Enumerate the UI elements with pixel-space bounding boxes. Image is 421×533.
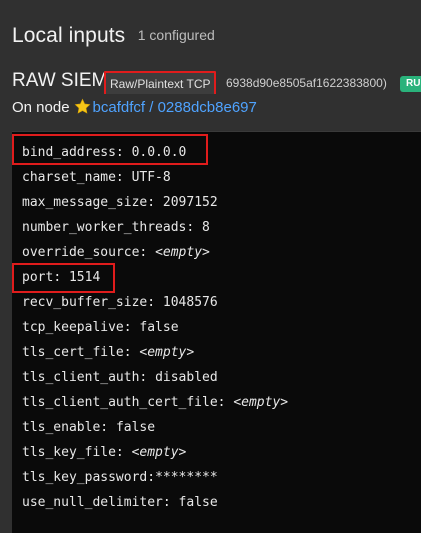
config-key: bind_address bbox=[22, 145, 116, 160]
config-separator: : bbox=[115, 145, 132, 160]
config-separator: : bbox=[162, 495, 179, 510]
config-key: tls_enable bbox=[22, 420, 101, 435]
config-line-port: port: 1514 bbox=[22, 269, 100, 287]
node-label: On node bbox=[12, 99, 70, 116]
config-value: ******** bbox=[155, 470, 218, 485]
config-value: UTF-8 bbox=[131, 170, 171, 185]
node-row: On node bcafdfcf / 0288dcb8e697 bbox=[12, 97, 257, 119]
input-id: 6938d90e8505af1622383800) bbox=[226, 76, 387, 90]
input-name: RAW SIEM bbox=[12, 70, 108, 91]
config-separator: : bbox=[186, 220, 203, 235]
config-line-tls-enable: tls_enable: false bbox=[22, 419, 155, 437]
input-title-row: RAW SIEM Raw/Plaintext TCP 6938d90e8505a… bbox=[12, 68, 421, 94]
star-icon bbox=[74, 98, 91, 115]
config-separator: : bbox=[53, 270, 69, 285]
config-value: 1048576 bbox=[162, 295, 218, 310]
config-value: disabled bbox=[155, 370, 218, 385]
config-line-tls-cert-file: tls_cert_file: <empty> bbox=[22, 344, 194, 362]
config-line-tls-key-file: tls_key_file: <empty> bbox=[22, 444, 186, 462]
config-line-tls-key-password: tls_key_password:******** bbox=[22, 469, 218, 487]
config-separator: : bbox=[100, 420, 116, 435]
configured-count: 1 configured bbox=[137, 27, 215, 43]
config-separator: : bbox=[147, 295, 163, 310]
config-line-charset-name: charset_name: UTF-8 bbox=[22, 169, 171, 187]
config-separator: : bbox=[139, 370, 156, 385]
config-key: charset_name bbox=[22, 170, 116, 185]
config-key: tls_client_auth_cert_file bbox=[22, 395, 218, 410]
config-value: <empty> bbox=[233, 395, 289, 410]
config-key: use_null_delimiter bbox=[22, 495, 163, 510]
config-key: port bbox=[22, 270, 54, 285]
config-separator: : bbox=[139, 245, 156, 260]
config-value: 2097152 bbox=[162, 195, 218, 210]
config-key: number_worker_threads bbox=[22, 220, 187, 235]
config-line-number-worker-threads: number_worker_threads: 8 bbox=[22, 219, 210, 237]
config-line-recv-buffer-size: recv_buffer_size: 1048576 bbox=[22, 294, 218, 312]
config-key: tcp_keepalive bbox=[22, 320, 124, 335]
config-key: tls_key_file bbox=[22, 445, 116, 460]
config-separator: : bbox=[147, 195, 163, 210]
config-separator: : bbox=[115, 445, 132, 460]
config-separator: : bbox=[123, 320, 140, 335]
config-value: <empty> bbox=[155, 245, 210, 260]
config-line-tls-client-auth: tls_client_auth: disabled bbox=[22, 369, 218, 387]
config-separator: : bbox=[115, 170, 132, 185]
config-line-tcp-keepalive: tcp_keepalive: false bbox=[22, 319, 179, 337]
config-separator: : bbox=[123, 345, 140, 360]
config-value: 8 bbox=[202, 220, 210, 235]
config-key: tls_cert_file bbox=[22, 345, 124, 360]
config-line-bind-address: bind_address: 0.0.0.0 bbox=[22, 144, 186, 162]
status-badge: RUNNING bbox=[400, 76, 421, 92]
configuration-panel: bind_address: 0.0.0.0 charset_name: UTF-8… bbox=[12, 131, 421, 533]
config-key: tls_key_password bbox=[22, 470, 148, 485]
config-line-use-null-delimiter: use_null_delimiter: false bbox=[22, 494, 218, 512]
config-value: 1514 bbox=[68, 270, 101, 285]
config-key: tls_client_auth bbox=[22, 370, 140, 385]
page-title: Local inputs bbox=[12, 24, 126, 47]
config-value: <empty> bbox=[139, 345, 195, 360]
input-type-label: Raw/Plaintext TCP bbox=[104, 71, 217, 94]
page-header: Local inputs 1 configured bbox=[12, 24, 215, 54]
config-key: recv_buffer_size bbox=[22, 295, 148, 310]
node-link[interactable]: bcafdfcf / 0288dcb8e697 bbox=[93, 99, 257, 116]
config-separator: : bbox=[147, 470, 156, 485]
config-value: false bbox=[139, 320, 179, 335]
config-separator: : bbox=[217, 395, 234, 410]
config-key: override_source bbox=[22, 245, 140, 260]
config-line-tls-client-auth-cert-file: tls_client_auth_cert_file: <empty> bbox=[22, 394, 288, 412]
config-value: false bbox=[115, 420, 156, 435]
config-value: false bbox=[178, 495, 218, 510]
config-line-max-message-size: max_message_size: 2097152 bbox=[22, 194, 218, 212]
config-value: 0.0.0.0 bbox=[131, 145, 187, 160]
config-key: max_message_size bbox=[22, 195, 148, 210]
config-value: <empty> bbox=[131, 445, 187, 460]
config-line-override-source: override_source: <empty> bbox=[22, 244, 210, 262]
